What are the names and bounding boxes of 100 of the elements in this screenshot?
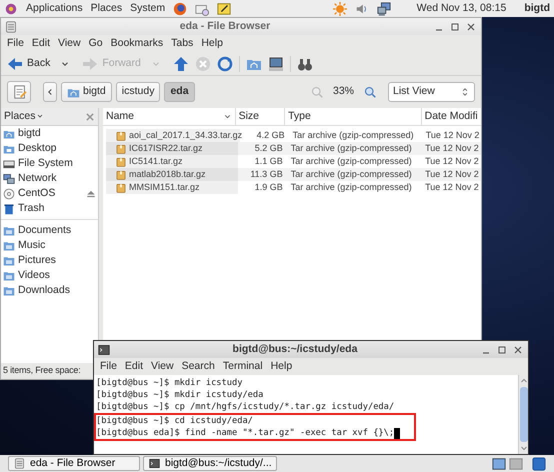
menu-item[interactable]: Help xyxy=(266,358,296,374)
sidebar-item[interactable]: Documents xyxy=(1,223,98,238)
terminal-line: [bigtd@bus ~]$ mkdir icstudy/eda xyxy=(96,389,264,401)
terminal-line: [bigtd@bus ~]$ cp /mnt/hgfs/icstudy/*.tar.gz icstudy/eda/ xyxy=(96,401,394,413)
text-cursor xyxy=(394,428,400,438)
sidebar-item[interactable]: Downloads xyxy=(1,283,98,298)
notepad-icon[interactable] xyxy=(217,2,232,16)
panel-clock[interactable]: Wed Nov 13, 08:15 xyxy=(416,0,506,16)
menu-item[interactable]: Terminal xyxy=(218,358,267,374)
sidebar-item[interactable]: Music xyxy=(1,238,98,253)
zoom-level: 33% xyxy=(332,84,354,100)
file-date: Tue 12 Nov 2 xyxy=(422,142,481,155)
window-title: bigtd@bus:~/icstudy/eda xyxy=(232,342,358,357)
maximize-icon[interactable] xyxy=(449,20,461,32)
terminal-icon[interactable] xyxy=(98,344,110,356)
sidebar-item[interactable]: File System xyxy=(1,156,98,171)
up-arrow-icon[interactable] xyxy=(172,56,189,72)
archive-icon xyxy=(116,170,126,180)
panel-user[interactable]: bigtd xyxy=(524,0,550,16)
panel-menu[interactable]: Applications xyxy=(26,0,83,16)
path-button[interactable]: icstudy xyxy=(116,82,160,102)
folder-icon xyxy=(3,240,15,252)
file-type: Tar archive (gzip-compressed) xyxy=(290,155,413,168)
sidebar-item[interactable]: CentOS xyxy=(1,186,98,201)
window-icon xyxy=(14,458,25,469)
file-size: 1.9 GB xyxy=(254,181,284,194)
sidebar-item[interactable]: Trash xyxy=(1,201,98,216)
path-button[interactable]: bigtd xyxy=(61,82,112,102)
back-button[interactable]: Back xyxy=(7,56,50,72)
taskbar-button[interactable]: eda - File Browser xyxy=(8,456,140,471)
folder-icon xyxy=(3,254,15,266)
file-size: 11.3 GB xyxy=(238,168,287,181)
forward-arrow-icon xyxy=(82,56,98,72)
file-date: Tue 12 Nov 2 xyxy=(422,168,481,181)
scroll-up-icon xyxy=(520,377,528,385)
workspace-icon[interactable] xyxy=(492,456,506,470)
path-button[interactable]: eda xyxy=(164,82,195,102)
sidebar-item[interactable]: Desktop xyxy=(1,141,98,156)
notepad-icon xyxy=(13,85,27,99)
network-icon[interactable] xyxy=(376,2,391,16)
window-menu-icon[interactable] xyxy=(5,20,17,32)
updown-icon xyxy=(460,87,470,97)
close-icon[interactable] xyxy=(465,20,477,32)
menu-item[interactable]: View xyxy=(54,36,85,52)
file-date: Tue 12 Nov 2 xyxy=(424,181,480,194)
caret-icon xyxy=(36,112,44,120)
sidebar-item[interactable]: bigtd xyxy=(1,126,98,141)
column-header[interactable]: Type xyxy=(285,108,422,125)
zoom-in-icon[interactable] xyxy=(364,86,376,98)
scrollbar[interactable] xyxy=(518,375,528,454)
archive-icon xyxy=(116,156,126,166)
file-date: Tue 12 Nov 2 xyxy=(424,155,480,168)
flower-logo-icon[interactable] xyxy=(4,2,18,16)
status-text: 5 items, Free space: xyxy=(3,364,81,378)
file-name[interactable]: aoi_cal_2017.1_34.33.tar.gz xyxy=(129,128,242,142)
folder-icon xyxy=(3,270,15,282)
file-date: Tue 12 Nov 2 xyxy=(424,129,480,142)
panel-menu[interactable]: Places xyxy=(90,0,122,16)
sidebar-item[interactable]: Network xyxy=(1,171,98,186)
file-type: Tar archive (gzip-compressed) xyxy=(290,181,413,194)
menu-item[interactable]: View xyxy=(147,358,178,374)
column-header[interactable]: Name xyxy=(103,108,236,125)
maximize-icon[interactable] xyxy=(496,344,508,356)
scroll-down-icon xyxy=(520,444,528,452)
browser-icon[interactable] xyxy=(173,2,188,16)
panel-menu[interactable]: System xyxy=(130,0,166,16)
menu-item[interactable]: File xyxy=(96,358,121,374)
drive-icon xyxy=(3,158,15,170)
archive-icon xyxy=(116,144,126,154)
file-type: Tar archive (gzip-compressed) xyxy=(292,129,415,142)
menu-item[interactable]: Edit xyxy=(28,36,54,52)
sidebar-item[interactable]: Videos xyxy=(1,268,98,283)
close-icon[interactable] xyxy=(512,344,524,356)
column-header[interactable]: Date Modifi xyxy=(422,108,481,125)
view-dropdown[interactable]: List View xyxy=(388,82,475,102)
volume-icon[interactable] xyxy=(354,2,369,16)
terminal-line: [bigtd@bus eda]$ find -name "*.tar.gz" -exec tar xvf {}\; xyxy=(96,427,394,439)
file-size: 1.1 GB xyxy=(254,155,284,168)
edit-location-button[interactable] xyxy=(7,81,31,103)
terminal-icon xyxy=(149,458,160,469)
back-arrow-icon xyxy=(7,56,23,72)
archive-icon xyxy=(116,182,126,192)
folder-icon xyxy=(3,284,15,296)
file-type: Tar archive (gzip-compressed) xyxy=(286,168,422,181)
menu-item[interactable]: Tabs xyxy=(167,36,198,52)
file-size: 5.2 GB xyxy=(238,142,287,155)
menu-item[interactable]: Help xyxy=(197,36,227,52)
file-size: 4.2 GB xyxy=(256,129,286,142)
taskbar-button[interactable]: bigtd@bus:~/icstudy/... xyxy=(143,456,277,471)
computer-icon[interactable] xyxy=(268,56,284,72)
window-title: eda - File Browser xyxy=(178,18,272,34)
menu-item[interactable]: Edit xyxy=(120,358,148,374)
menu-item[interactable]: Bookmarks xyxy=(106,36,168,52)
menu-item[interactable]: File xyxy=(3,36,28,52)
eject-icon[interactable] xyxy=(86,188,96,198)
menu-item[interactable]: Search xyxy=(178,358,219,374)
column-header[interactable]: Size xyxy=(236,108,286,125)
menu-item[interactable]: Go xyxy=(84,36,107,52)
sidebar-item[interactable]: Pictures xyxy=(1,253,98,268)
reload-icon[interactable] xyxy=(216,56,233,72)
